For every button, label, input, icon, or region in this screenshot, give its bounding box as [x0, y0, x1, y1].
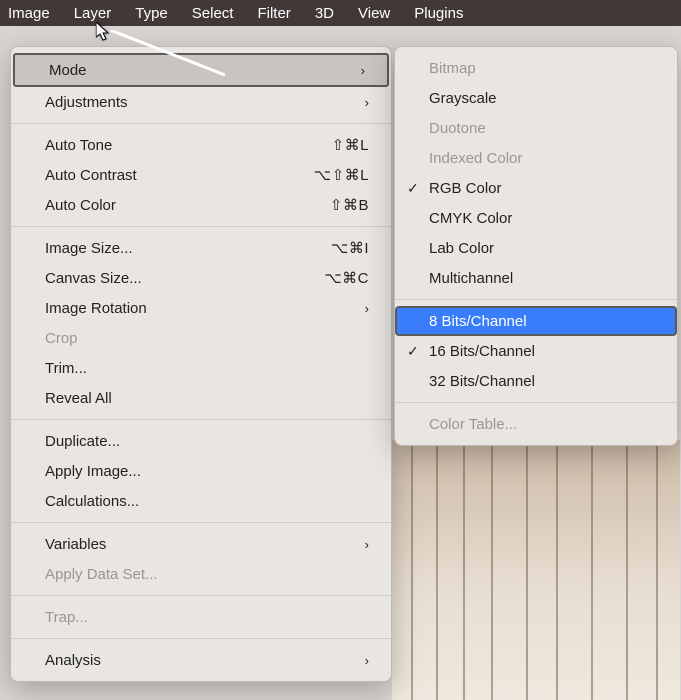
menu-apply-data-set: Apply Data Set... [11, 559, 391, 589]
mode-color-table: Color Table... [395, 409, 677, 439]
shortcut-text: ⇧⌘B [330, 196, 369, 214]
menu-mode-label: Mode [49, 62, 87, 79]
menu-apply-image[interactable]: Apply Image... [11, 456, 391, 486]
mode-bitmap: Bitmap [395, 53, 677, 83]
menu-analysis[interactable]: Analysis › [11, 645, 391, 675]
menu-separator [11, 226, 391, 227]
mode-grayscale[interactable]: Grayscale [395, 83, 677, 113]
chevron-right-icon: › [365, 95, 369, 110]
menu-crop: Crop [11, 323, 391, 353]
menu-canvas-size-label: Canvas Size... [45, 270, 142, 287]
menu-image-rotation[interactable]: Image Rotation › [11, 293, 391, 323]
menu-trim-label: Trim... [45, 360, 87, 377]
menu-reveal-all-label: Reveal All [45, 390, 112, 407]
menu-analysis-label: Analysis [45, 652, 101, 669]
menu-auto-tone-label: Auto Tone [45, 137, 112, 154]
menu-trim[interactable]: Trim... [11, 353, 391, 383]
menubar-select[interactable]: Select [192, 5, 234, 22]
menubar-3d[interactable]: 3D [315, 5, 334, 22]
menu-calculations[interactable]: Calculations... [11, 486, 391, 516]
menu-separator [11, 595, 391, 596]
chevron-right-icon: › [365, 301, 369, 316]
menu-canvas-size[interactable]: Canvas Size... ⌥⌘C [11, 263, 391, 293]
menu-adjustments-label: Adjustments [45, 94, 128, 111]
menu-separator [11, 419, 391, 420]
menu-duplicate[interactable]: Duplicate... [11, 426, 391, 456]
menu-separator [11, 638, 391, 639]
menubar-filter[interactable]: Filter [257, 5, 290, 22]
chevron-right-icon: › [361, 63, 365, 78]
menu-variables-label: Variables [45, 536, 106, 553]
mode-cmyk-color[interactable]: CMYK Color [395, 203, 677, 233]
menu-separator [395, 299, 677, 300]
menu-crop-label: Crop [45, 330, 78, 347]
menubar-plugins[interactable]: Plugins [414, 5, 463, 22]
menu-image-rotation-label: Image Rotation [45, 300, 147, 317]
menu-separator [395, 402, 677, 403]
shortcut-text: ⌥⇧⌘L [314, 166, 369, 184]
menu-image-size[interactable]: Image Size... ⌥⌘I [11, 233, 391, 263]
mode-submenu: Bitmap Grayscale Duotone Indexed Color ✓… [394, 46, 678, 446]
shortcut-text: ⌥⌘I [331, 239, 369, 257]
mode-16-bits[interactable]: ✓ 16 Bits/Channel [395, 336, 677, 366]
mode-duotone: Duotone [395, 113, 677, 143]
mode-32-bits[interactable]: 32 Bits/Channel [395, 366, 677, 396]
menu-trap: Trap... [11, 602, 391, 632]
menu-adjustments[interactable]: Adjustments › [11, 87, 391, 117]
chevron-right-icon: › [365, 653, 369, 668]
image-dropdown-menu: Mode › Adjustments › Auto Tone ⇧⌘L Auto … [10, 46, 392, 682]
menu-auto-contrast[interactable]: Auto Contrast ⌥⇧⌘L [11, 160, 391, 190]
menu-image-size-label: Image Size... [45, 240, 133, 257]
menu-trap-label: Trap... [45, 609, 88, 626]
menubar-type[interactable]: Type [135, 5, 168, 22]
menu-duplicate-label: Duplicate... [45, 433, 120, 450]
menu-separator [11, 522, 391, 523]
menu-auto-color[interactable]: Auto Color ⇧⌘B [11, 190, 391, 220]
shortcut-text: ⌥⌘C [324, 269, 369, 287]
chevron-right-icon: › [365, 537, 369, 552]
menubar-view[interactable]: View [358, 5, 390, 22]
menu-auto-color-label: Auto Color [45, 197, 116, 214]
menu-auto-contrast-label: Auto Contrast [45, 167, 137, 184]
top-menubar: Image Layer Type Select Filter 3D View P… [0, 0, 681, 26]
mode-lab-color[interactable]: Lab Color [395, 233, 677, 263]
menubar-image[interactable]: Image [8, 5, 50, 22]
checkmark-icon: ✓ [407, 343, 419, 360]
mode-multichannel[interactable]: Multichannel [395, 263, 677, 293]
menu-separator [11, 123, 391, 124]
menu-mode[interactable]: Mode › [13, 53, 389, 87]
mode-8-bits[interactable]: 8 Bits/Channel [395, 306, 677, 336]
menu-apply-image-label: Apply Image... [45, 463, 141, 480]
menubar-layer[interactable]: Layer [74, 5, 112, 22]
canvas-background-image [392, 440, 680, 700]
mode-rgb-color[interactable]: ✓ RGB Color [395, 173, 677, 203]
menu-auto-tone[interactable]: Auto Tone ⇧⌘L [11, 130, 391, 160]
mode-indexed-color: Indexed Color [395, 143, 677, 173]
menu-reveal-all[interactable]: Reveal All [11, 383, 391, 413]
checkmark-icon: ✓ [407, 180, 419, 197]
menu-calculations-label: Calculations... [45, 493, 139, 510]
menu-apply-data-set-label: Apply Data Set... [45, 566, 158, 583]
menu-variables[interactable]: Variables › [11, 529, 391, 559]
shortcut-text: ⇧⌘L [332, 136, 369, 154]
